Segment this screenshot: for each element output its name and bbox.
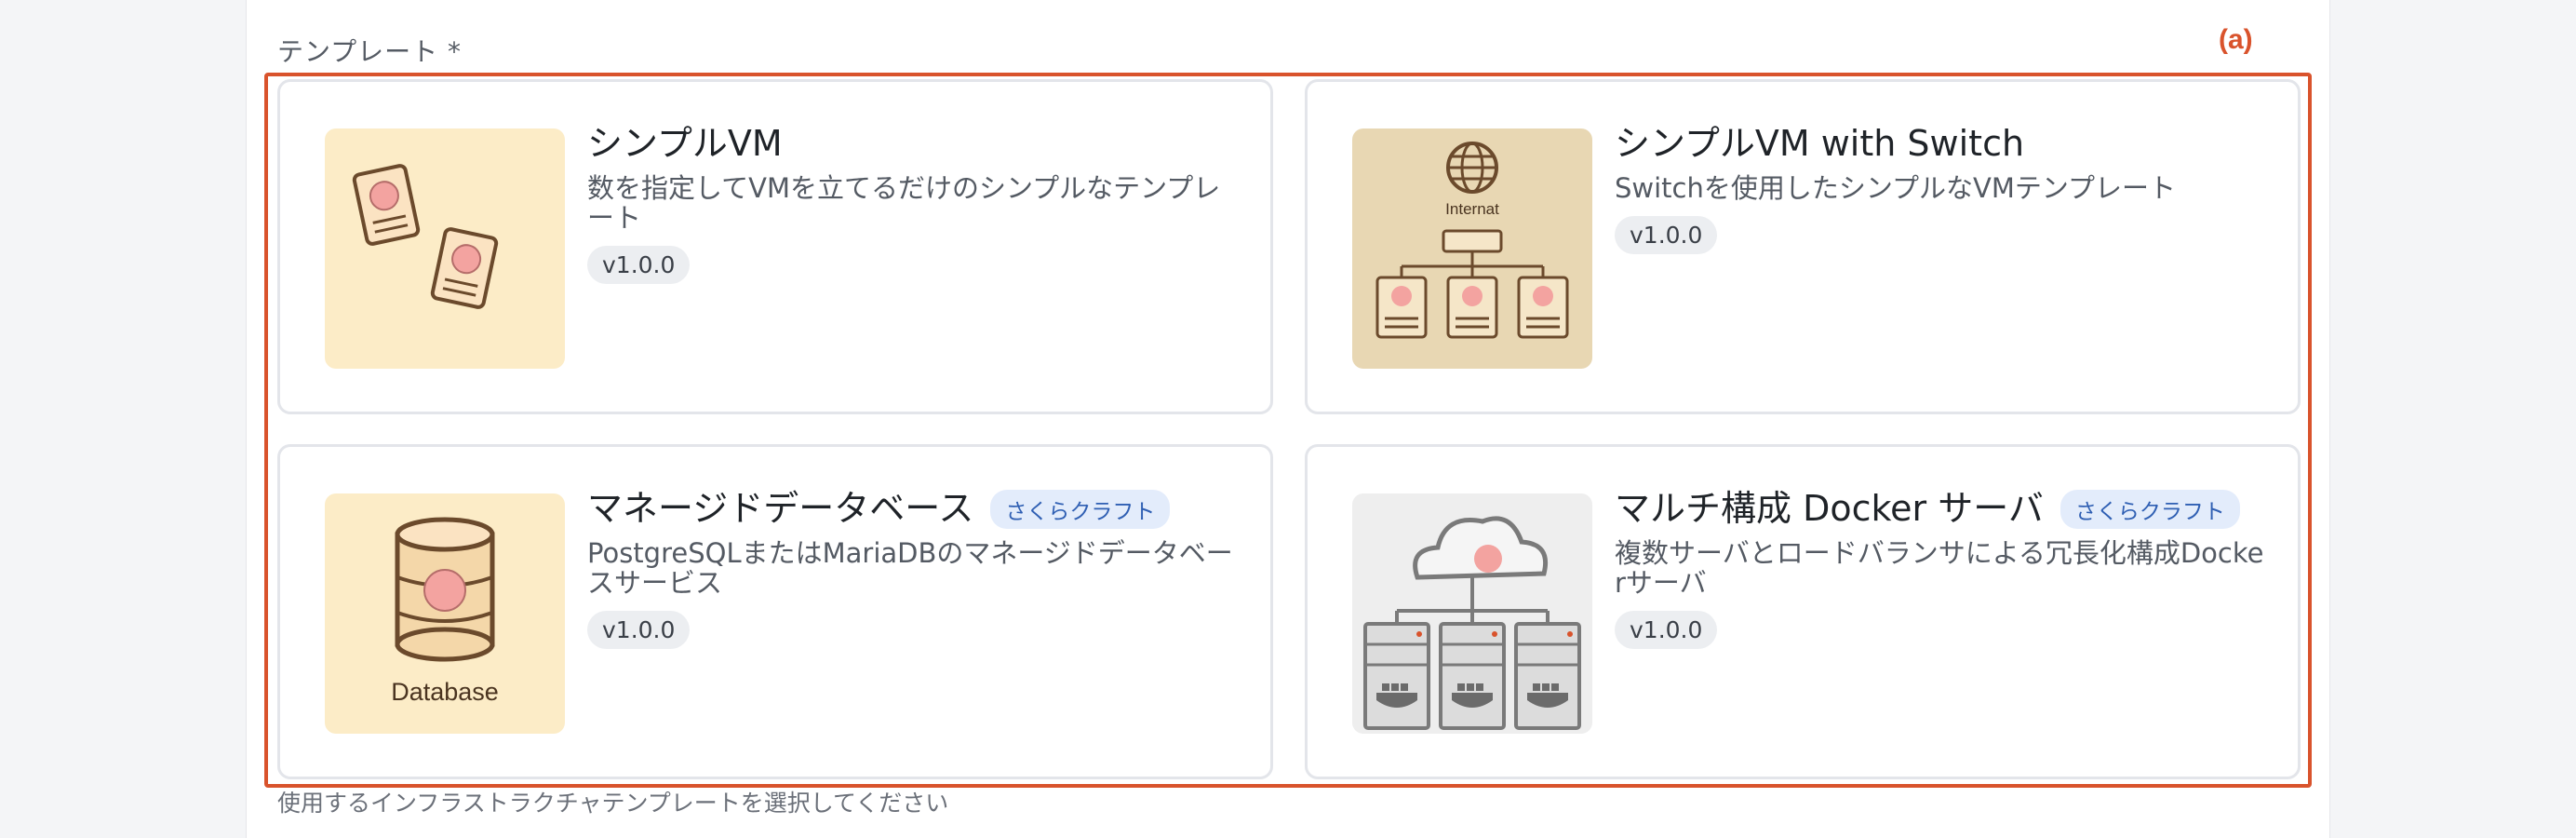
database-icon: Database [325, 493, 565, 734]
template-description: Switchを使用したシンプルなVMテンプレート [1615, 171, 2176, 204]
network-switch-icon: Internat [1352, 128, 1592, 369]
version-badge: v1.0.0 [1615, 215, 1718, 254]
template-card-multi-docker[interactable]: マルチ構成 Docker サーバ さくらクラフト 複数サーバとロードバランサによ… [1305, 444, 2301, 779]
annotation-label: (a) [2219, 24, 2253, 55]
sakura-craft-badge: さくらクラフト [2059, 489, 2240, 529]
template-title: マルチ構成 Docker サーバ [1615, 488, 2044, 529]
template-help-text: 使用するインフラストラクチャテンプレートを選択してください [277, 790, 949, 817]
version-badge: v1.0.0 [587, 610, 691, 649]
template-title: シンプルVM with Switch [1615, 123, 2025, 164]
internet-label: Internat [1445, 200, 1499, 218]
template-card-simple-vm[interactable]: シンプルVM 数を指定してVMを立てるだけのシンプルなテンプレート v1.0.0 [277, 79, 1273, 414]
version-badge: v1.0.0 [1615, 610, 1718, 649]
template-card-simple-vm-switch[interactable]: Internat シンプルVM with Switch Switchを使用したシ… [1305, 79, 2301, 414]
sakura-craft-badge: さくらクラフト [990, 489, 1171, 529]
version-badge: v1.0.0 [587, 245, 691, 284]
template-title: マネージドデータベース [587, 488, 974, 529]
template-field-label: テンプレート * [277, 36, 463, 67]
docker-cloud-icon [1352, 493, 1592, 734]
template-card-managed-database[interactable]: Database マネージドデータベース さくらクラフト PostgreSQLま… [277, 444, 1273, 779]
template-description: 複数サーバとロードバランサによる冗長化構成Dockerサーバ [1615, 536, 2264, 599]
database-label: Database [391, 678, 499, 706]
template-title: シンプルVM [587, 123, 783, 164]
template-description: 数を指定してVMを立てるだけのシンプルなテンプレート [587, 171, 1221, 234]
vm-cards-icon [325, 128, 565, 369]
template-description: PostgreSQLまたはMariaDBのマネージドデータベースサービス [587, 536, 1233, 599]
